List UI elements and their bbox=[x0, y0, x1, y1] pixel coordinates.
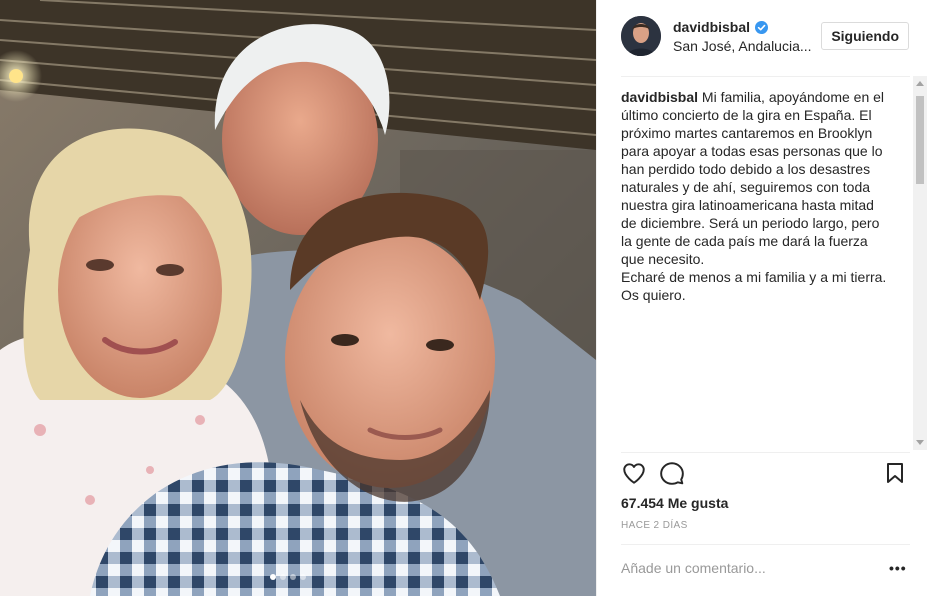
header-divider bbox=[621, 76, 910, 77]
likes-count[interactable]: 67.454 Me gusta bbox=[621, 495, 728, 511]
actions-divider bbox=[621, 452, 910, 453]
carousel-indicator bbox=[270, 574, 306, 580]
post-timestamp[interactable]: Hace 2 días bbox=[621, 520, 688, 531]
heart-icon bbox=[623, 463, 645, 484]
comment-divider bbox=[621, 544, 910, 545]
post-header: davidbisbal San José, Andalucia... Sigui… bbox=[621, 16, 911, 60]
avatar[interactable] bbox=[621, 16, 661, 56]
comment-icon bbox=[660, 462, 684, 485]
family-selfie-image bbox=[0, 0, 596, 596]
scroll-down-arrow-icon[interactable] bbox=[916, 440, 924, 445]
comments-scrollbar[interactable] bbox=[913, 76, 927, 450]
post-photo[interactable] bbox=[0, 0, 596, 596]
location-link[interactable]: San José, Andalucia... bbox=[673, 38, 812, 54]
post-caption: davidbisbal Mi familia, apoyándome en el… bbox=[621, 88, 889, 304]
comment-input[interactable]: Añade un comentario... bbox=[621, 560, 766, 576]
post-sidebar: davidbisbal San José, Andalucia... Sigui… bbox=[596, 0, 928, 596]
caption-text: Mi familia, apoyándome en el último conc… bbox=[621, 89, 887, 303]
bookmark-icon bbox=[887, 463, 903, 483]
avatar-image bbox=[621, 16, 661, 56]
verified-badge-icon bbox=[755, 20, 769, 34]
username-link[interactable]: davidbisbal bbox=[673, 19, 750, 35]
scroll-thumb[interactable] bbox=[916, 96, 924, 184]
like-button[interactable] bbox=[621, 460, 647, 491]
carousel-dot[interactable] bbox=[280, 574, 286, 580]
scroll-up-arrow-icon[interactable] bbox=[916, 81, 924, 86]
save-button[interactable] bbox=[883, 460, 907, 491]
comment-button[interactable] bbox=[659, 460, 685, 491]
post-actions bbox=[621, 460, 911, 488]
carousel-dot[interactable] bbox=[300, 574, 306, 580]
more-options-button[interactable]: ••• bbox=[889, 560, 907, 576]
following-button[interactable]: Siguiendo bbox=[821, 22, 909, 50]
caption-username-link[interactable]: davidbisbal bbox=[621, 89, 698, 105]
carousel-dot[interactable] bbox=[290, 574, 296, 580]
carousel-dot[interactable] bbox=[270, 574, 276, 580]
username-row: davidbisbal bbox=[673, 19, 769, 35]
